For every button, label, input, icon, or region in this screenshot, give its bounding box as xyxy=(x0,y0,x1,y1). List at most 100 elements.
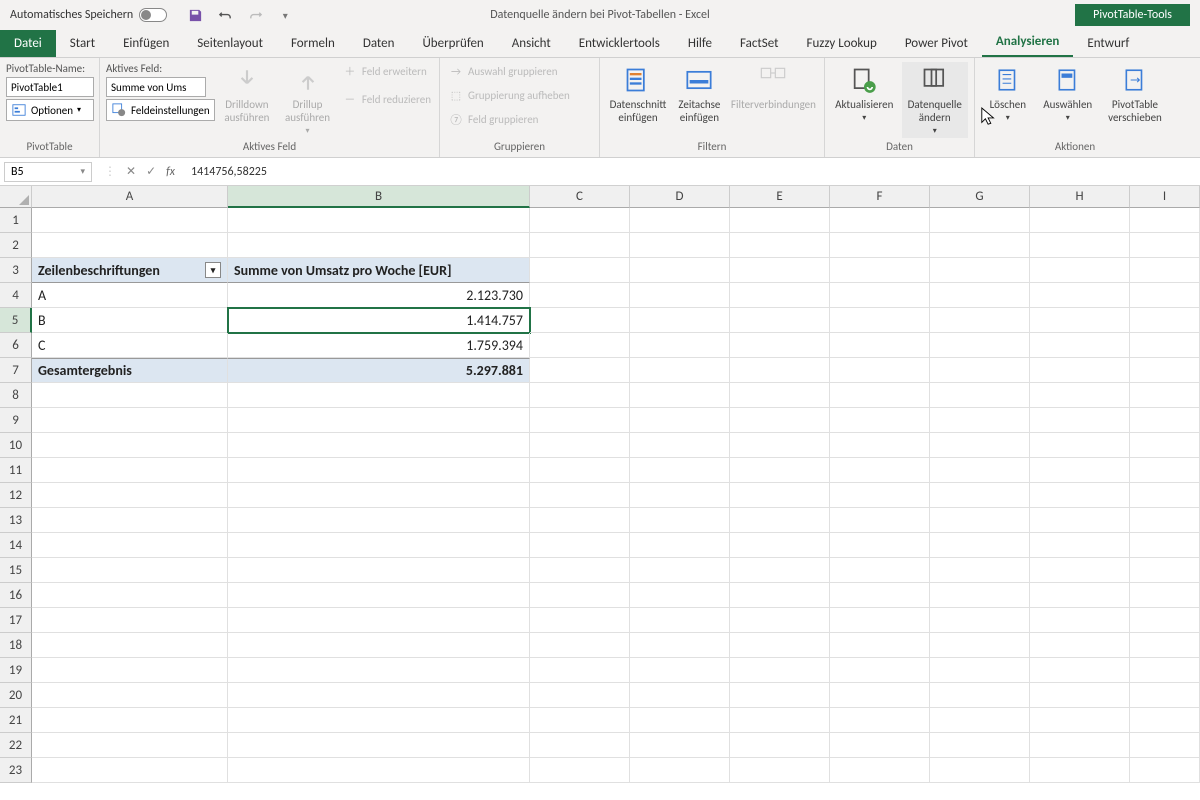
column-header[interactable]: D xyxy=(630,186,730,208)
cell[interactable] xyxy=(1030,708,1130,733)
cell[interactable] xyxy=(730,258,830,283)
row-header[interactable]: 5 xyxy=(0,308,32,333)
cell[interactable] xyxy=(730,458,830,483)
row-header[interactable]: 18 xyxy=(0,633,32,658)
cell[interactable] xyxy=(32,608,228,633)
cell[interactable] xyxy=(830,308,930,333)
cell[interactable] xyxy=(1030,658,1130,683)
cell[interactable] xyxy=(730,633,830,658)
cell[interactable] xyxy=(228,533,530,558)
cell[interactable]: 1.759.394 xyxy=(228,333,530,358)
cell[interactable] xyxy=(1030,408,1130,433)
confirm-icon[interactable]: ✓ xyxy=(146,164,156,179)
cell[interactable] xyxy=(830,658,930,683)
cell[interactable] xyxy=(228,508,530,533)
cell[interactable] xyxy=(1130,508,1200,533)
slicer-button[interactable]: Datenschnitt einfügen xyxy=(606,62,671,126)
cell[interactable] xyxy=(228,733,530,758)
cell[interactable] xyxy=(530,683,630,708)
cell[interactable] xyxy=(630,258,730,283)
cell[interactable] xyxy=(1030,208,1130,233)
cell[interactable] xyxy=(630,383,730,408)
cell[interactable] xyxy=(228,483,530,508)
cell[interactable] xyxy=(530,258,630,283)
cell[interactable] xyxy=(730,508,830,533)
row-header[interactable]: 9 xyxy=(0,408,32,433)
cell[interactable] xyxy=(1030,683,1130,708)
cell[interactable] xyxy=(1130,458,1200,483)
cell[interactable] xyxy=(1130,408,1200,433)
redo-icon[interactable] xyxy=(247,7,263,23)
cell[interactable] xyxy=(530,508,630,533)
tab-einfugen[interactable]: Einfügen xyxy=(109,30,183,57)
ungroup-button[interactable]: ⬚ Gruppierung aufheben xyxy=(446,86,572,104)
cell[interactable] xyxy=(730,333,830,358)
cell[interactable] xyxy=(1130,283,1200,308)
clear-button[interactable]: Löschen ▾ xyxy=(981,62,1035,125)
group-field-button[interactable]: ⑦ Feld gruppieren xyxy=(446,110,572,128)
cell[interactable] xyxy=(930,633,1030,658)
cell[interactable] xyxy=(630,708,730,733)
cell[interactable] xyxy=(730,558,830,583)
row-header[interactable]: 13 xyxy=(0,508,32,533)
cell[interactable] xyxy=(630,233,730,258)
cell[interactable] xyxy=(630,733,730,758)
cell[interactable] xyxy=(730,233,830,258)
autosave-toggle[interactable] xyxy=(139,8,167,22)
cell[interactable] xyxy=(1030,558,1130,583)
cell[interactable] xyxy=(228,558,530,583)
cell[interactable] xyxy=(530,333,630,358)
cell[interactable] xyxy=(930,708,1030,733)
column-header[interactable]: F xyxy=(830,186,930,208)
cell[interactable] xyxy=(830,583,930,608)
cell[interactable] xyxy=(930,308,1030,333)
cell[interactable] xyxy=(830,333,930,358)
cell[interactable] xyxy=(530,608,630,633)
cell[interactable]: 5.297.881 xyxy=(228,358,530,383)
cell[interactable] xyxy=(730,533,830,558)
cell[interactable]: B xyxy=(32,308,228,333)
cell[interactable] xyxy=(1030,458,1130,483)
row-header[interactable]: 17 xyxy=(0,608,32,633)
cell[interactable] xyxy=(1030,608,1130,633)
cell[interactable] xyxy=(228,458,530,483)
cell[interactable] xyxy=(1030,433,1130,458)
cell[interactable] xyxy=(530,283,630,308)
cell[interactable]: C xyxy=(32,333,228,358)
cell[interactable] xyxy=(630,358,730,383)
cell[interactable] xyxy=(530,533,630,558)
cell[interactable] xyxy=(32,208,228,233)
cell[interactable] xyxy=(1130,358,1200,383)
cell[interactable] xyxy=(1130,383,1200,408)
cell[interactable] xyxy=(32,458,228,483)
cell[interactable] xyxy=(530,733,630,758)
cell[interactable] xyxy=(1030,308,1130,333)
cell[interactable] xyxy=(730,383,830,408)
cell[interactable] xyxy=(930,508,1030,533)
cell[interactable] xyxy=(32,233,228,258)
cell[interactable] xyxy=(930,358,1030,383)
cell[interactable] xyxy=(1130,533,1200,558)
cell[interactable] xyxy=(830,208,930,233)
cell[interactable] xyxy=(32,758,228,783)
cell[interactable] xyxy=(730,358,830,383)
column-header[interactable]: C xyxy=(530,186,630,208)
cell[interactable] xyxy=(730,408,830,433)
drillup-button[interactable]: Drillup ausführen ▾ xyxy=(279,62,336,138)
cell[interactable] xyxy=(730,583,830,608)
cell[interactable] xyxy=(32,733,228,758)
cell[interactable] xyxy=(1130,708,1200,733)
cell[interactable] xyxy=(830,383,930,408)
cell[interactable] xyxy=(530,433,630,458)
cell[interactable] xyxy=(32,558,228,583)
cell[interactable] xyxy=(530,208,630,233)
cell[interactable] xyxy=(1130,608,1200,633)
drilldown-button[interactable]: Drilldown ausführen xyxy=(219,62,276,126)
row-header[interactable]: 4 xyxy=(0,283,32,308)
row-header[interactable]: 23 xyxy=(0,758,32,783)
tab-file[interactable]: Datei xyxy=(0,30,56,57)
cell[interactable] xyxy=(830,483,930,508)
cell[interactable] xyxy=(228,633,530,658)
tab-formeln[interactable]: Formeln xyxy=(277,30,349,57)
cell[interactable] xyxy=(730,708,830,733)
